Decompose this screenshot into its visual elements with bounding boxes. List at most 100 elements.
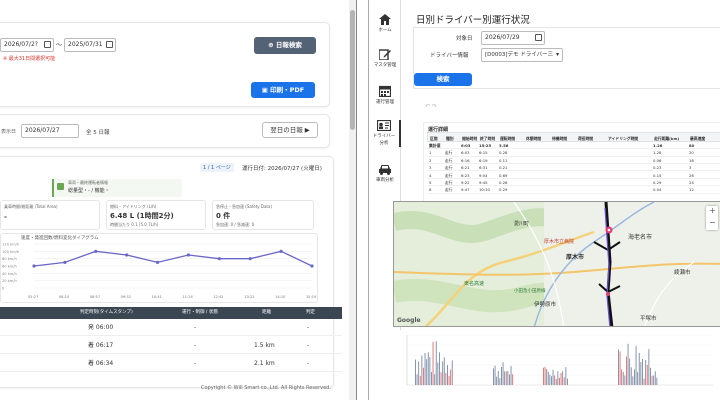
target-date-label: 対象日 bbox=[456, 36, 473, 42]
speed-line-chart: 120 km/h 100 km/h 80 km/h 60 km/h 40 km/h 20 … bbox=[2, 243, 317, 300]
print-pdf-button[interactable]: ▣ 印刷・PDF bbox=[251, 82, 315, 98]
id-card-icon bbox=[377, 120, 391, 131]
cell: 6:03 bbox=[461, 150, 470, 156]
speed-bar bbox=[493, 368, 494, 385]
x-tick-label: 13:22 bbox=[244, 295, 254, 299]
sidebar-item-master[interactable]: マスタ管理 bbox=[369, 49, 401, 68]
speed-bar bbox=[650, 367, 651, 385]
map-label: 平塚市 bbox=[640, 316, 657, 322]
vertical-scrollbar[interactable] bbox=[349, 0, 356, 400]
cell: 9:04 bbox=[479, 172, 488, 178]
cell: 15:25 bbox=[479, 143, 492, 148]
sidebar-item-operations[interactable]: 運行管理 bbox=[369, 85, 401, 105]
speed-bar bbox=[429, 356, 431, 385]
cell: 6:19 bbox=[479, 157, 488, 163]
edit-icon bbox=[379, 49, 391, 60]
speed-bar-chart bbox=[406, 334, 713, 386]
cell: 走行 bbox=[445, 180, 453, 185]
cell: 0.06 bbox=[653, 157, 662, 163]
map-zoom-controls: + − bbox=[706, 206, 718, 230]
page-indicator: 1 / 1 ページ bbox=[200, 163, 234, 172]
speed-bar bbox=[562, 371, 564, 385]
speed-bar bbox=[431, 372, 432, 385]
row-time: 発 06:00 bbox=[88, 324, 114, 331]
cell: 1.26 bbox=[653, 143, 663, 148]
display-date-value: 2026/07/27 bbox=[25, 127, 60, 134]
speed-bar bbox=[448, 375, 450, 385]
sidebar-item-label: ホーム bbox=[378, 28, 392, 33]
start-date-input[interactable]: 2026/07/2? bbox=[0, 38, 54, 52]
cell: 走行 bbox=[445, 187, 453, 193]
map-label: 小田急小田原線 bbox=[514, 289, 546, 294]
speed-bar bbox=[653, 375, 655, 385]
cell: 0.29 bbox=[499, 187, 508, 193]
x-tick-label: 06:10 bbox=[59, 295, 70, 299]
daily-report-window: 2026/07/2? ～ 2025/07/31 ※ 最大31日間選択可能 ⊕ 日… bbox=[0, 0, 357, 400]
calendar-icon[interactable] bbox=[106, 41, 113, 48]
cell: 9:22 bbox=[461, 180, 470, 185]
driver-select-value: [D0003]デモ ドライバー三 bbox=[485, 52, 554, 58]
detail-col-header: 区間 bbox=[430, 136, 438, 141]
next-day-button[interactable]: 翌日の日報 ▶ bbox=[262, 122, 318, 138]
speed-bar bbox=[642, 359, 643, 385]
search-report-button[interactable]: ⊕ 日報検索 bbox=[254, 37, 316, 54]
speed-bar bbox=[418, 361, 420, 385]
col-header-time: 判定時刻(タイムスタンプ) bbox=[80, 310, 133, 315]
speed-bar bbox=[557, 371, 559, 385]
detail-col-header: 種別 bbox=[446, 136, 454, 141]
detail-col-header: 走行距離(km) bbox=[654, 136, 680, 141]
table-row: 発 06:00 - - bbox=[0, 320, 342, 336]
driver-select[interactable]: [D0003]デモ ドライバー三 ▾ bbox=[481, 48, 563, 62]
speed-bar bbox=[494, 365, 496, 385]
data-point bbox=[63, 260, 67, 264]
speed-bar bbox=[445, 372, 447, 385]
display-date-input[interactable]: 2026/07/27 bbox=[21, 124, 79, 138]
sidebar-item-vehicle-analysis[interactable]: 車両分析 bbox=[369, 164, 401, 183]
sidebar-item-home[interactable]: ホーム bbox=[369, 14, 401, 33]
speed-bar bbox=[501, 367, 502, 385]
metric-card-safety: 急停止・急加速 (Safety Data) 0 件 急加速: 0 / 急減速: … bbox=[212, 200, 314, 230]
cell: 3 bbox=[429, 165, 432, 171]
sidebar-item-driver-analysis[interactable]: ドライバー分析 bbox=[369, 120, 401, 147]
speed-bar bbox=[552, 369, 554, 385]
detail-col-header: 終了時刻 bbox=[480, 136, 496, 141]
zoom-in-button[interactable]: + bbox=[709, 206, 716, 215]
search-button[interactable]: 検索 bbox=[414, 73, 472, 86]
metric-label: 燃料・アイドリング (L/h) bbox=[110, 204, 157, 209]
cell: 3.56 bbox=[499, 143, 509, 148]
map-label: 綾瀬市 bbox=[674, 270, 691, 276]
vehicle-info-panel: 車両・最終運転者情報 総量型・- / 機能・ bbox=[52, 179, 182, 197]
metric-value: - bbox=[4, 213, 7, 221]
data-point bbox=[32, 264, 36, 268]
row-flag: - bbox=[307, 360, 310, 367]
detail-table-header: 区間 種別 開始時刻 終了時刻 運転時間 休憩時間 待機時間 荷役時間 アイドリング時間 走行距離… bbox=[427, 132, 720, 142]
end-date-input[interactable]: 2025/07/31 bbox=[64, 38, 116, 52]
row-state: - bbox=[194, 342, 197, 349]
route-map[interactable]: 愛川町 厚木市立病院 厚木市 海老名市 伊勢原市 平塚市 綾瀬市 東名高速 小田… bbox=[393, 201, 720, 327]
calendar-icon[interactable] bbox=[44, 41, 51, 48]
data-point bbox=[186, 253, 191, 257]
car-icon bbox=[379, 165, 391, 175]
row-distance: 2.1 km bbox=[254, 360, 275, 367]
col-header-distance: 距離 bbox=[262, 310, 271, 315]
speed-bar bbox=[502, 362, 504, 385]
target-date-input[interactable]: 2026/07/29 bbox=[481, 31, 545, 45]
cell: 6:03 bbox=[461, 143, 471, 148]
speed-bar bbox=[504, 371, 506, 385]
calendar-icon[interactable] bbox=[535, 34, 542, 41]
speed-bar bbox=[621, 369, 623, 385]
speed-bar bbox=[432, 341, 434, 385]
speed-bar bbox=[440, 372, 442, 385]
data-point bbox=[155, 260, 160, 264]
prev-arrow-icon[interactable]: ↶ ↷ bbox=[425, 103, 437, 110]
speed-bar bbox=[624, 375, 626, 385]
x-tick-label: 10:41 bbox=[152, 295, 162, 299]
vehicle-info-label: 車両・最終運転者情報 bbox=[68, 180, 108, 185]
scrollbar-thumb[interactable] bbox=[350, 10, 355, 130]
speed-bar bbox=[450, 369, 452, 385]
cell: 1 bbox=[429, 150, 432, 156]
end-date-value: 2025/07/31 bbox=[68, 41, 103, 48]
cell: 集計値 bbox=[429, 143, 441, 148]
speed-bar bbox=[447, 365, 448, 385]
zoom-out-button[interactable]: − bbox=[709, 218, 716, 227]
